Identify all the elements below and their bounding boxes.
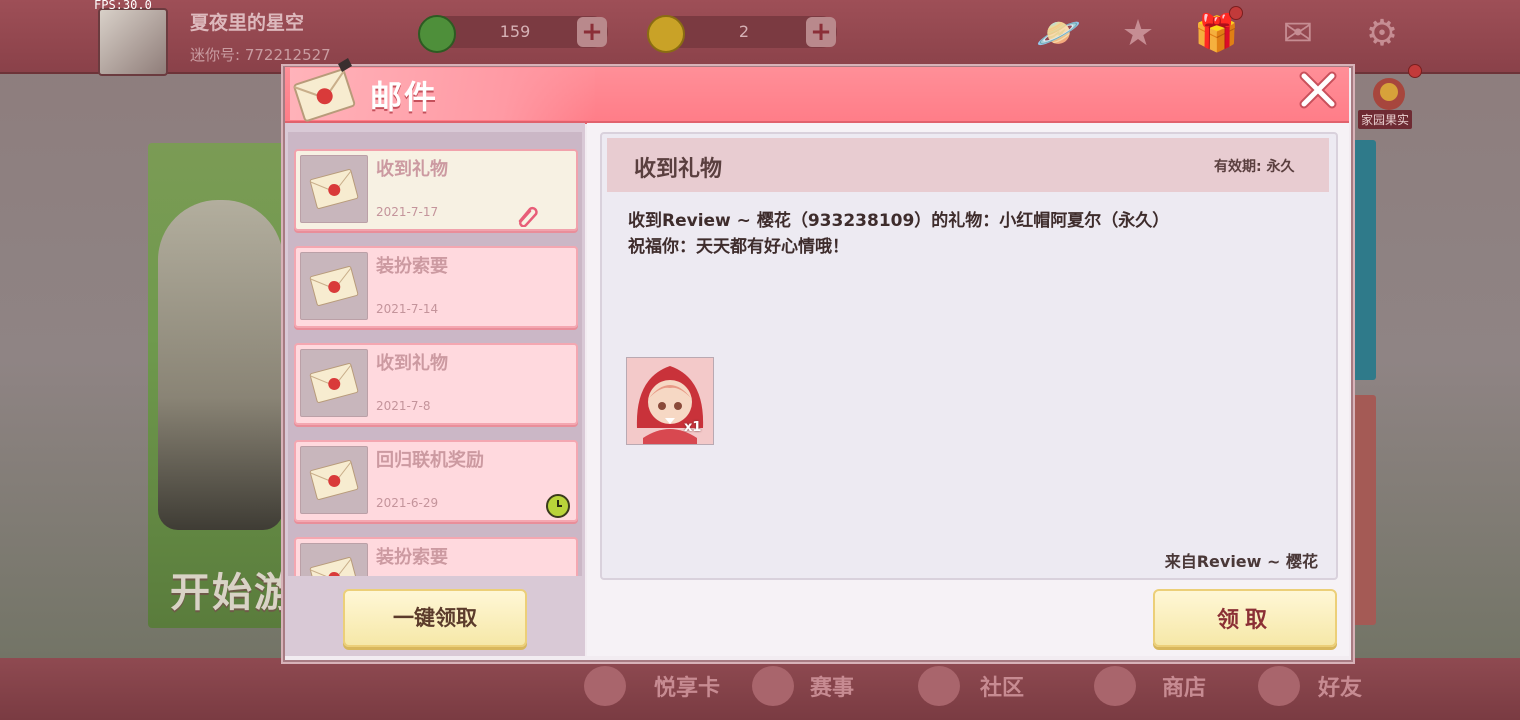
mail-body-line-2: 祝福你：天天都有好心情哦！ [628, 237, 849, 257]
mail-envelope-thumb [300, 155, 368, 223]
attachment-icon [514, 203, 540, 228]
planet-icon[interactable]: 🪐 [1036, 12, 1081, 56]
green-coin-icon [418, 15, 456, 53]
nav-events[interactable]: 赛事 [810, 670, 854, 702]
clock-icon [546, 494, 570, 518]
nav-community[interactable]: 社区 [980, 670, 1024, 702]
side-panel-lower [1352, 395, 1376, 625]
nav-friends[interactable]: 好友 [1318, 670, 1362, 702]
mail-icon[interactable]: ✉ [1276, 12, 1320, 56]
friend-icon[interactable] [1258, 666, 1300, 706]
pig-icon[interactable] [584, 666, 626, 706]
mail-date: 2021-7-8 [376, 399, 431, 413]
star-icon[interactable]: ★ [1116, 12, 1160, 56]
mail-sender: 来自Review ~ 樱花 [1164, 552, 1318, 571]
mail-detail-card [600, 132, 1338, 580]
cart-icon[interactable] [1094, 666, 1136, 706]
mail-list-item[interactable]: 收到礼物 2021-7-8 [294, 343, 578, 425]
mail-list[interactable]: 收到礼物 2021-7-17 装扮索要 2021-7-14 收到礼物 2021-… [288, 132, 582, 576]
mail-list-item[interactable]: 装扮索要 [294, 537, 578, 576]
mail-detail-title: 收到礼物 [634, 157, 723, 182]
mail-list-item[interactable]: 收到礼物 2021-7-17 [294, 149, 578, 231]
mail-subject: 装扮索要 [376, 547, 448, 568]
close-button[interactable] [1296, 68, 1340, 112]
mail-envelope-thumb [300, 252, 368, 320]
mail-envelope-thumb [300, 543, 368, 576]
gold-coin-value: 2 [738, 22, 750, 41]
dialog-title: 邮件 [370, 78, 439, 116]
start-game-text: 开始游 [170, 570, 296, 616]
gold-coin-icon [647, 15, 685, 53]
mail-date: 2021-6-29 [376, 496, 439, 510]
player-avatar[interactable] [98, 8, 168, 76]
nav-shop[interactable]: 商店 [1162, 670, 1206, 702]
mail-envelope-thumb [300, 349, 368, 417]
mail-subject: 收到礼物 [376, 159, 448, 180]
green-coin-value: 159 [499, 22, 531, 41]
gear-icon[interactable]: ⚙ [1360, 12, 1404, 56]
validity-text: 有效期: 永久 [1214, 159, 1295, 175]
add-gold-coin-button[interactable]: + [806, 17, 836, 47]
gift-notification-dot [1229, 6, 1243, 20]
side-panel [1352, 140, 1376, 380]
mail-date: 2021-7-17 [376, 205, 439, 219]
fps-counter: FPS:30.0 [94, 0, 152, 12]
mail-envelope-thumb [300, 446, 368, 514]
player-name: 夏夜里的星空 [190, 12, 305, 34]
nav-pass-card[interactable]: 悦享卡 [654, 670, 720, 702]
mail-subject: 装扮索要 [376, 256, 448, 277]
trophy-icon[interactable] [752, 666, 794, 706]
mail-body-line-1: 收到Review ~ 樱花（933238109）的礼物：小红帽阿夏尔（永久） [628, 211, 1170, 231]
mail-list-item[interactable]: 回归联机奖励 2021-6-29 [294, 440, 578, 522]
claim-label[interactable]: 领取 [1153, 602, 1337, 634]
home-notification-dot [1408, 64, 1422, 78]
claim-all-label[interactable]: 一键领取 [343, 602, 527, 632]
mail-date: 2021-7-14 [376, 302, 439, 316]
close-icon [1299, 71, 1337, 109]
add-green-coin-button[interactable]: + [577, 17, 607, 47]
envelope-icon [290, 58, 360, 124]
home-fruit-label: 家园果实 [1358, 110, 1413, 129]
reward-quantity: x1 [684, 420, 702, 435]
community-icon[interactable] [918, 666, 960, 706]
mail-subject: 回归联机奖励 [376, 450, 484, 471]
mail-list-item[interactable]: 装扮索要 2021-7-14 [294, 246, 578, 328]
mail-subject: 收到礼物 [376, 353, 448, 374]
banner-character [158, 200, 283, 530]
